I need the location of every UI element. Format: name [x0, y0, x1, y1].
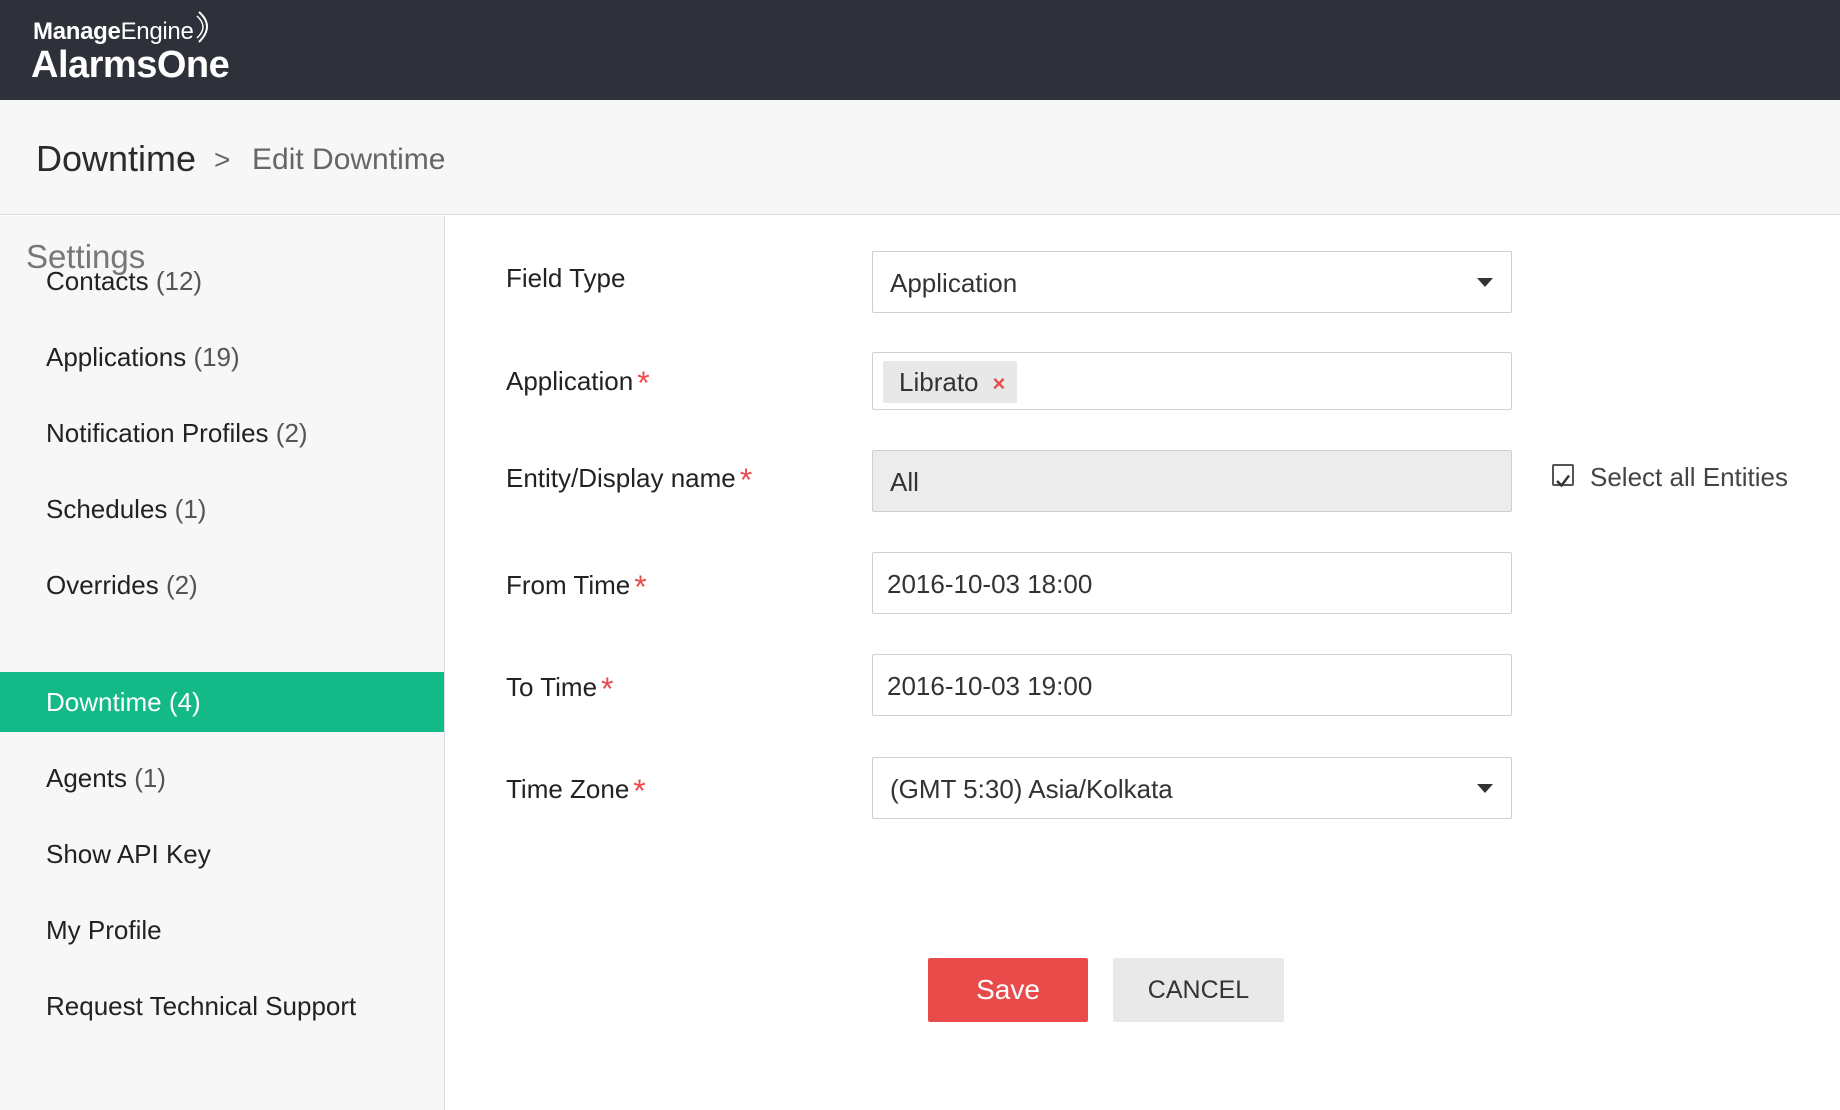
chip-label: Librato [899, 367, 979, 397]
application-label: Application * [506, 365, 650, 401]
cancel-button[interactable]: CANCEL [1113, 958, 1284, 1022]
logo-swoosh-icon [196, 11, 208, 43]
sidebar-item-contacts[interactable]: Contacts (12) [0, 251, 444, 311]
sidebar-item-label: Show API Key [46, 839, 211, 869]
sidebar-item-count: (1) [174, 494, 207, 524]
to-time-label: To Time * [506, 671, 614, 707]
required-mark: * [634, 569, 647, 605]
entity-value: All [890, 467, 919, 497]
to-time-input[interactable]: 2016-10-03 19:00 [872, 654, 1512, 716]
company-logo-text: ManageEngine [33, 18, 194, 45]
field-type-select[interactable]: Application [872, 251, 1512, 313]
sidebar-item-label: Contacts [46, 266, 149, 296]
sidebar-item-notification-profiles[interactable]: Notification Profiles (2) [0, 403, 444, 463]
settings-sidebar: Settings Contacts (12) Applications (19)… [0, 216, 445, 1110]
sidebar-item-label: Schedules [46, 494, 168, 524]
select-all-entities-label: Select all Entities [1590, 462, 1788, 492]
top-bar: ManageEngine AlarmsOne [0, 0, 1840, 100]
sidebar-item-count: (2) [165, 570, 198, 600]
product-logo[interactable]: AlarmsOne [31, 44, 230, 87]
sidebar-item-label: Overrides [46, 570, 159, 600]
sidebar-item-count: (4) [168, 687, 201, 717]
sidebar-item-downtime[interactable]: Downtime (4) [0, 672, 444, 732]
time-zone-select[interactable]: (GMT 5:30) Asia/Kolkata [872, 757, 1512, 819]
application-tag-input[interactable]: Librato × [872, 352, 1512, 410]
sidebar-item-label: Agents [46, 763, 127, 793]
sidebar-item-count: (2) [275, 418, 308, 448]
chevron-down-icon [1477, 784, 1493, 793]
sidebar-item-request-technical-support[interactable]: Request Technical Support [0, 976, 444, 1036]
field-type-value: Application [890, 268, 1018, 298]
from-time-value: 2016-10-03 18:00 [887, 569, 1093, 599]
required-mark: * [739, 462, 753, 498]
from-time-input[interactable]: 2016-10-03 18:00 [872, 552, 1512, 614]
field-type-label: Field Type [506, 263, 626, 293]
breadcrumb: Downtime > Edit Downtime [0, 100, 1840, 215]
save-button[interactable]: Save [928, 958, 1088, 1022]
sidebar-item-my-profile[interactable]: My Profile [0, 900, 444, 960]
sidebar-item-schedules[interactable]: Schedules (1) [0, 479, 444, 539]
sidebar-item-label: Downtime [46, 687, 162, 717]
sidebar-item-count: (12) [155, 266, 203, 296]
sidebar-item-label: My Profile [46, 915, 162, 945]
entity-label: Entity/Display name * [506, 462, 753, 498]
check-icon [1556, 474, 1570, 488]
sidebar-item-show-api-key[interactable]: Show API Key [0, 824, 444, 884]
to-time-value: 2016-10-03 19:00 [887, 671, 1093, 701]
select-all-entities-checkbox[interactable] [1552, 464, 1574, 488]
required-mark: * [633, 773, 646, 809]
sidebar-item-label: Notification Profiles [46, 418, 269, 448]
sidebar-item-label: Request Technical Support [46, 991, 357, 1021]
from-time-label: From Time * [506, 569, 647, 605]
remove-chip-icon[interactable]: × [993, 363, 1006, 405]
sidebar-item-applications[interactable]: Applications (19) [0, 327, 444, 387]
sidebar-item-label: Applications [46, 342, 187, 372]
sidebar-item-overrides[interactable]: Overrides (2) [0, 555, 444, 615]
time-zone-value: (GMT 5:30) Asia/Kolkata [890, 774, 1173, 804]
entity-field: All [872, 450, 1512, 512]
breadcrumb-current: Edit Downtime [252, 143, 446, 176]
required-mark: * [637, 365, 650, 401]
sidebar-item-count: (19) [193, 342, 240, 372]
sidebar-item-count: (1) [134, 763, 166, 793]
sidebar-item-agents[interactable]: Agents (1) [0, 748, 444, 808]
required-mark: * [601, 671, 614, 707]
application-chip: Librato × [883, 361, 1018, 405]
time-zone-label: Time Zone * [506, 773, 646, 809]
chevron-right-icon: > [214, 144, 231, 175]
breadcrumb-root-link[interactable]: Downtime [36, 138, 196, 180]
chevron-down-icon [1477, 278, 1493, 287]
